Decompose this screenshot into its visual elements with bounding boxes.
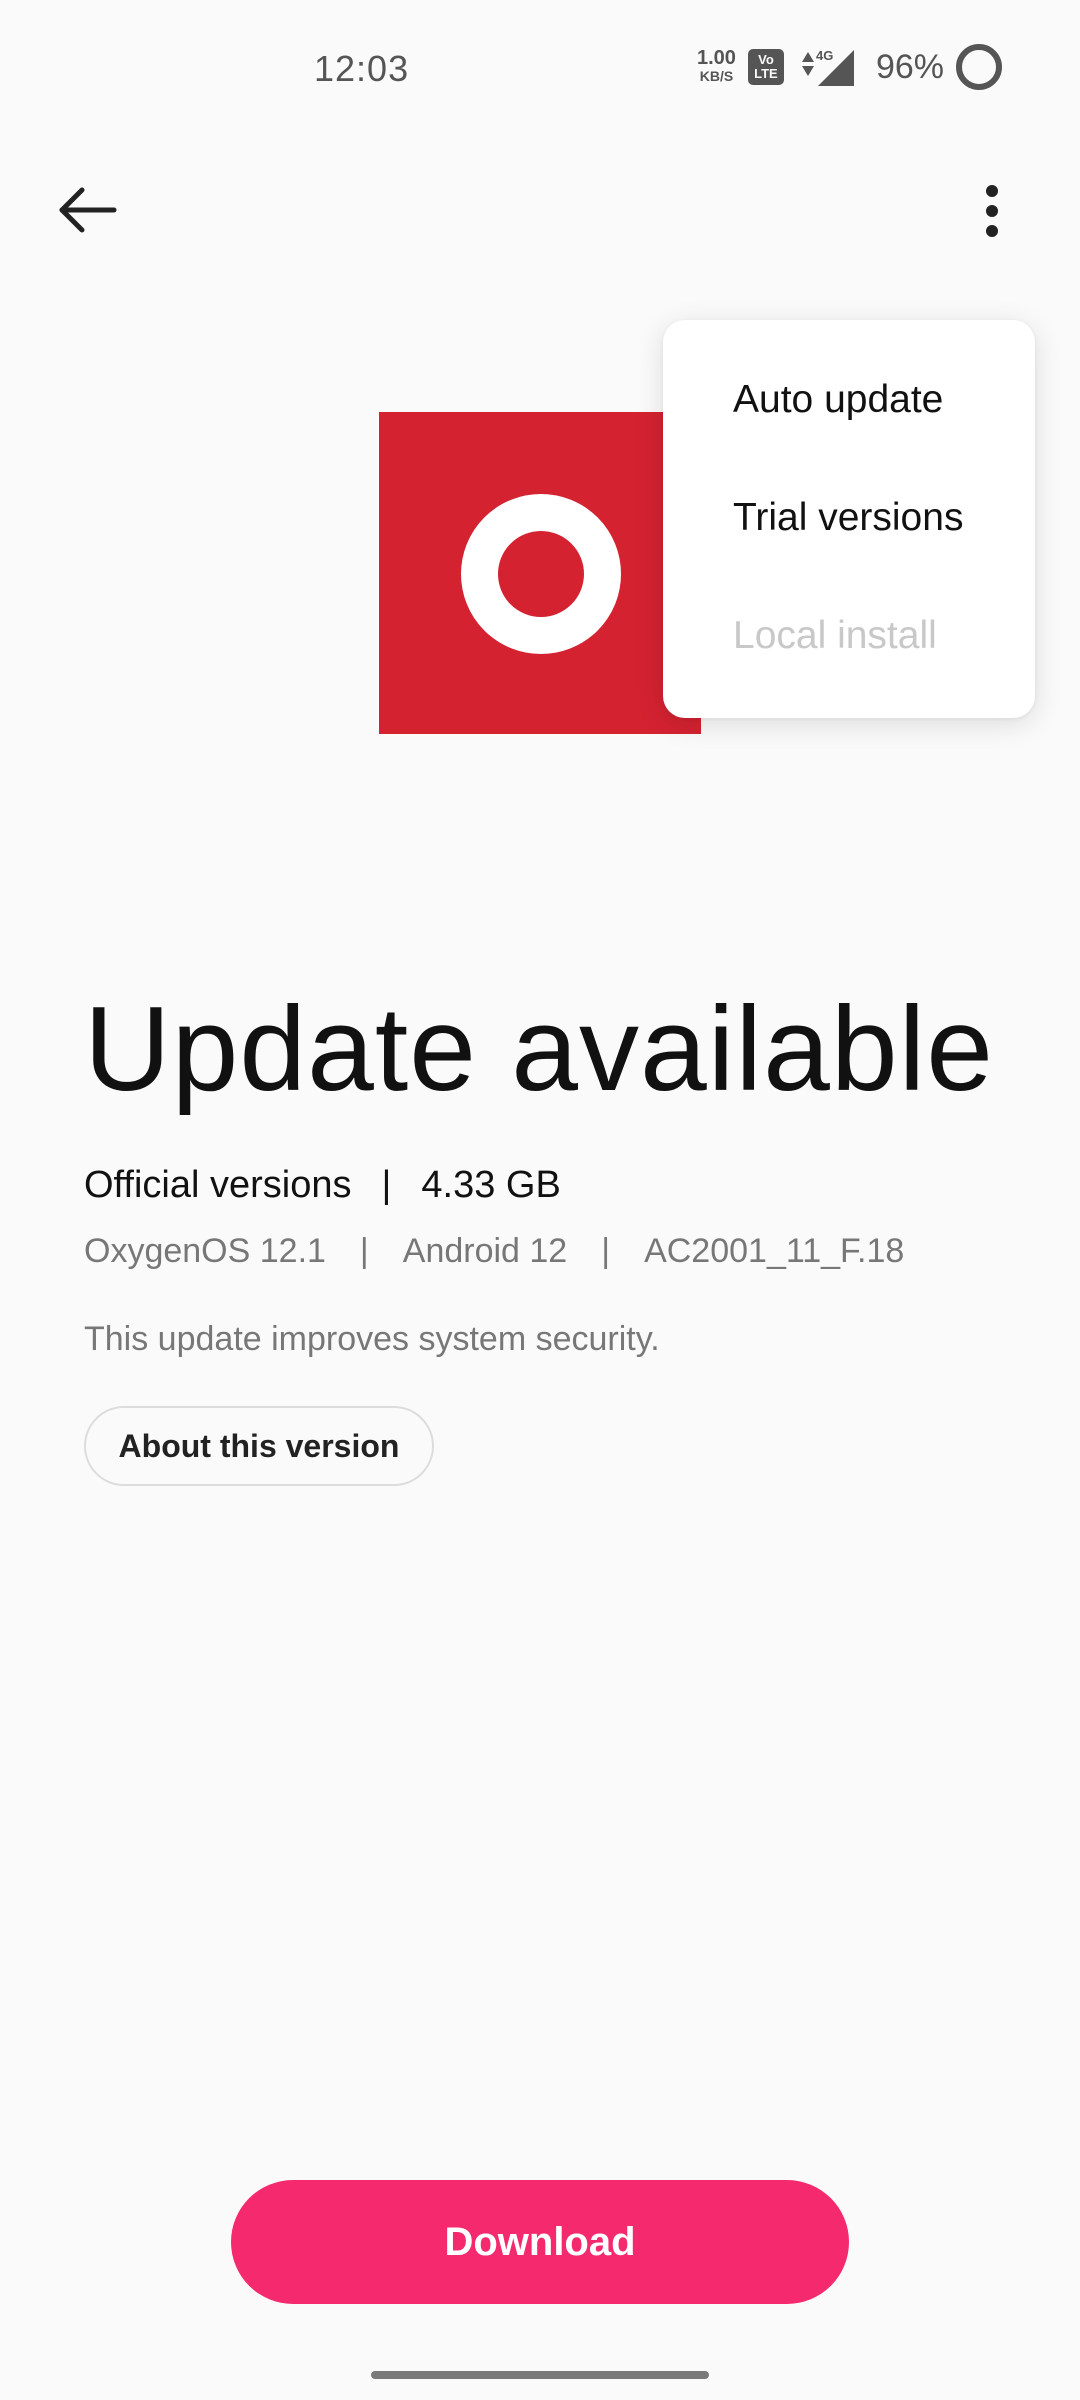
download-button[interactable]: Download	[231, 2180, 849, 2304]
menu-item-local-install: Local install	[733, 614, 937, 657]
network-type-label: 4G	[816, 48, 833, 63]
page-title: Update available	[84, 982, 994, 1116]
release-channel: Official versions	[84, 1164, 352, 1206]
os-version: OxygenOS 12.1	[84, 1232, 326, 1270]
home-indicator[interactable]	[371, 2371, 709, 2379]
overflow-menu: Auto update Trial versions Local install	[663, 320, 1035, 718]
separator: |	[381, 1164, 392, 1206]
signal-icon: 4G	[796, 46, 856, 88]
arrow-left-icon	[59, 187, 117, 233]
network-speed: 1.00 KB/S	[697, 47, 736, 85]
update-description: This update improves system security.	[84, 1320, 660, 1358]
battery-percent: 96%	[875, 47, 944, 86]
separator: |	[601, 1232, 611, 1270]
back-button[interactable]	[52, 178, 122, 248]
status-bar: 12:03 1.00 KB/S Vo LTE 4G 96%	[0, 0, 1080, 140]
battery-icon	[956, 44, 1002, 90]
version-details: OxygenOS 12.1 | Android 12 | AC2001_11_F.18	[84, 1232, 904, 1271]
more-options-button[interactable]	[968, 178, 1016, 248]
about-this-version-button[interactable]: About this version	[84, 1406, 434, 1486]
more-vertical-icon	[986, 185, 998, 237]
volte-icon-top: Vo	[758, 52, 774, 67]
logo-ring	[461, 494, 621, 654]
oneplus-logo	[379, 412, 701, 734]
network-speed-unit: KB/S	[699, 68, 734, 84]
network-speed-value: 1.00	[697, 47, 736, 69]
status-icons: 1.00 KB/S Vo LTE 4G 96%	[697, 44, 1002, 90]
menu-item-trial-versions[interactable]: Trial versions	[733, 496, 963, 540]
update-size: 4.33 GB	[421, 1164, 561, 1206]
build-number: AC2001_11_F.18	[644, 1232, 905, 1270]
version-summary: Official versions | 4.33 GB	[84, 1164, 561, 1207]
volte-icon-bottom: LTE	[754, 66, 778, 81]
status-time: 12:03	[314, 48, 410, 89]
separator: |	[359, 1232, 369, 1270]
volte-icon: Vo LTE	[747, 49, 784, 85]
menu-item-auto-update[interactable]: Auto update	[733, 378, 943, 422]
android-version: Android 12	[402, 1232, 568, 1270]
